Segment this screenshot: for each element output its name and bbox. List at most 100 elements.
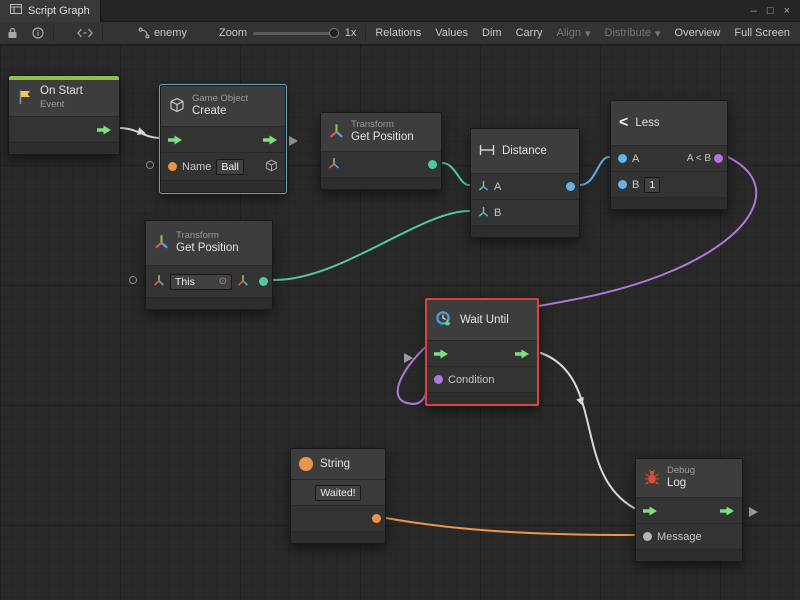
less-output-port[interactable] xyxy=(714,154,723,163)
node-footer xyxy=(321,177,441,189)
fullscreen-button[interactable]: Full Screen xyxy=(727,22,800,44)
node-header: Game Object Create xyxy=(161,86,285,126)
exec-output-port[interactable] xyxy=(97,125,112,135)
node-row xyxy=(9,116,119,142)
unconnected-port-indicator[interactable] xyxy=(129,276,137,284)
node-row xyxy=(321,151,441,177)
wire-waituntil-to-log[interactable] xyxy=(541,353,634,508)
node-header: Transform Get Position xyxy=(321,113,441,151)
exec-output-port[interactable] xyxy=(720,506,735,516)
toolbar-separator xyxy=(53,25,54,41)
node-row xyxy=(161,126,285,152)
name-value-field[interactable]: Ball xyxy=(216,159,244,175)
info-button[interactable] xyxy=(25,22,51,44)
graph-breadcrumb[interactable]: enemy xyxy=(131,22,194,44)
zoom-slider-handle[interactable] xyxy=(329,28,339,38)
string-value-field[interactable]: Waited! xyxy=(315,485,360,501)
node-footer xyxy=(471,225,579,237)
relations-button[interactable]: Relations xyxy=(368,22,428,44)
wait-clock-icon xyxy=(435,310,453,331)
exec-input-port[interactable] xyxy=(434,349,449,359)
code-view-button[interactable] xyxy=(70,22,100,44)
maximize-button[interactable]: □ xyxy=(767,5,774,17)
node-less[interactable]: < Less A A < B B 1 xyxy=(610,100,728,210)
align-dropdown[interactable]: Align▾ xyxy=(550,22,598,44)
object-picker-icon[interactable]: ⊙ xyxy=(219,276,227,287)
node-title: Get Position xyxy=(351,131,414,145)
wire-getposition-to-distance-b[interactable] xyxy=(273,211,469,280)
b-value-field[interactable]: 1 xyxy=(644,177,660,193)
close-button[interactable]: × xyxy=(784,5,790,17)
node-footer xyxy=(611,197,727,209)
message-input-port[interactable] xyxy=(643,532,652,541)
values-button[interactable]: Values xyxy=(428,22,475,44)
node-row: Name Ball xyxy=(161,152,285,180)
exec-input-port[interactable] xyxy=(168,135,183,145)
wire-distance-to-less[interactable] xyxy=(580,157,609,185)
node-row xyxy=(291,505,385,531)
exec-stub-after-create[interactable] xyxy=(289,133,298,151)
node-get-position-top[interactable]: Transform Get Position xyxy=(320,112,442,190)
node-row: Waited! xyxy=(291,479,385,505)
cube-icon xyxy=(169,97,185,116)
exec-input-port[interactable] xyxy=(643,506,658,516)
less-input-a-port[interactable] xyxy=(618,154,627,163)
exec-output-port[interactable] xyxy=(515,349,530,359)
zoom-value: 1x xyxy=(341,22,364,44)
script-graph-tab-icon xyxy=(10,4,22,17)
distance-output-port[interactable] xyxy=(566,182,575,191)
node-footer xyxy=(161,180,285,192)
vector-output-port[interactable] xyxy=(259,277,268,286)
condition-input-port[interactable] xyxy=(434,375,443,384)
carry-button[interactable]: Carry xyxy=(509,22,550,44)
graph-name-label: enemy xyxy=(154,27,187,39)
overview-button[interactable]: Overview xyxy=(668,22,728,44)
object-picker-cube-icon[interactable] xyxy=(265,159,278,175)
transform-input-icon[interactable] xyxy=(328,157,340,172)
transform-input-icon[interactable] xyxy=(153,274,165,289)
wire-getposition-to-distance-a[interactable] xyxy=(442,163,469,185)
string-output-port[interactable] xyxy=(372,514,381,523)
wire-arrowhead xyxy=(576,397,586,407)
node-get-position-left[interactable]: Transform Get Position This ⊙ xyxy=(145,220,273,310)
zoom-slider[interactable] xyxy=(253,32,337,35)
node-row: Condition xyxy=(427,366,537,392)
node-row xyxy=(427,340,537,366)
exec-stub-after-log[interactable] xyxy=(749,504,758,522)
port-label-b: B xyxy=(494,207,501,219)
name-input-port[interactable] xyxy=(168,162,177,171)
distribute-dropdown[interactable]: Distribute▾ xyxy=(598,22,668,44)
node-row xyxy=(636,497,742,523)
node-on-start[interactable]: On Start Event xyxy=(8,75,120,155)
node-subtitle: Event xyxy=(40,99,83,110)
dim-button[interactable]: Dim xyxy=(475,22,509,44)
target-dropdown[interactable]: This ⊙ xyxy=(170,274,232,290)
exec-output-port[interactable] xyxy=(263,135,278,145)
chevron-down-icon: ▾ xyxy=(585,27,591,40)
minimize-button[interactable]: – xyxy=(751,5,757,17)
tab-title: Script Graph xyxy=(28,5,90,17)
window-controls: – □ × xyxy=(751,5,800,17)
node-header: < Less xyxy=(611,101,727,145)
less-than-icon: < xyxy=(619,115,628,131)
transform-axes-icon xyxy=(154,234,169,252)
node-string[interactable]: String Waited! xyxy=(290,448,386,544)
node-row: B 1 xyxy=(611,171,727,197)
node-debug-log[interactable]: Debug Log Message xyxy=(635,458,743,562)
node-wait-until[interactable]: Wait Until Condition xyxy=(425,298,539,406)
node-create[interactable]: Game Object Create Name Ball xyxy=(160,85,286,193)
unconnected-port-indicator[interactable] xyxy=(146,161,154,169)
lock-button[interactable] xyxy=(0,22,25,44)
graph-canvas[interactable]: On Start Event Game Object Create xyxy=(0,45,800,600)
less-input-b-port[interactable] xyxy=(618,180,627,189)
tab-script-graph[interactable]: Script Graph xyxy=(0,0,101,22)
info-icon xyxy=(32,27,44,39)
exec-stub-before-waituntil[interactable] xyxy=(404,350,413,368)
node-distance[interactable]: Distance A B xyxy=(470,128,580,238)
transform-axes-icon xyxy=(329,123,344,141)
lock-icon xyxy=(7,27,18,39)
wire-string-to-log[interactable] xyxy=(386,518,634,535)
vector-type-icon xyxy=(478,180,489,194)
vector-output-port[interactable] xyxy=(428,160,437,169)
node-title: Create xyxy=(192,105,248,119)
